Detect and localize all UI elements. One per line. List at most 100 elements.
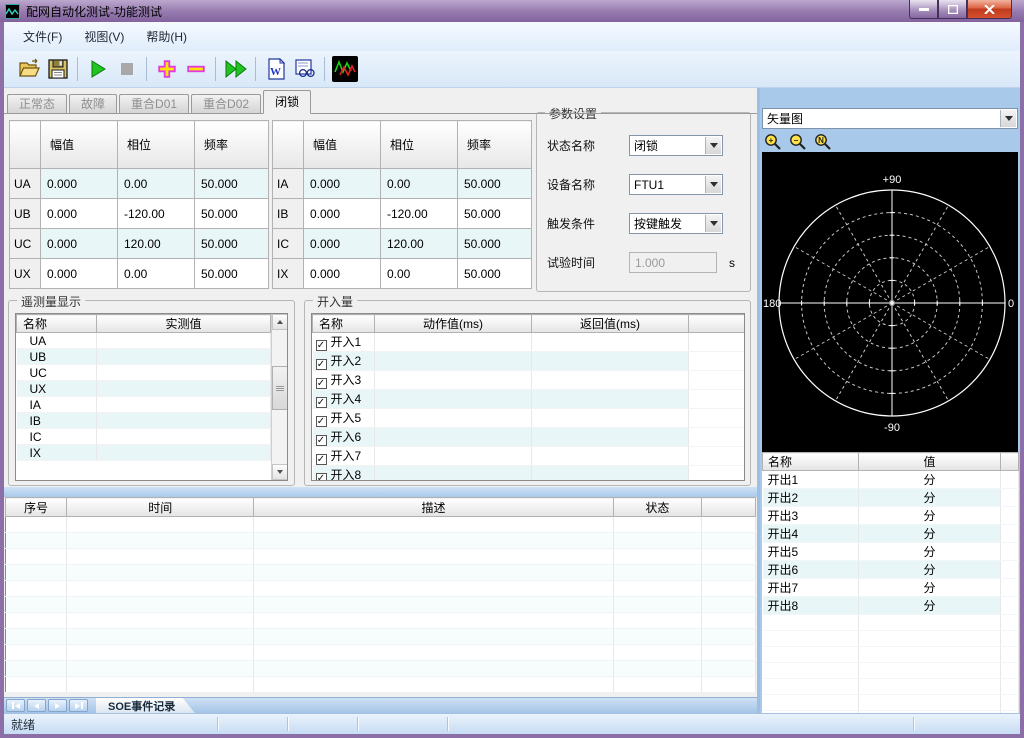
- telemetry-row-UB[interactable]: UB: [17, 349, 271, 365]
- chevron-down-icon[interactable]: [705, 137, 721, 154]
- chevron-down-icon[interactable]: [705, 215, 721, 232]
- column-header: 返回值(ms): [532, 315, 689, 333]
- analog-row-UC[interactable]: UC0.000120.0050.000: [10, 229, 269, 259]
- view-select-value: 矢量图: [767, 110, 803, 127]
- output-row-开出6[interactable]: 开出6分: [763, 561, 1019, 579]
- chevron-down-icon[interactable]: [705, 176, 721, 193]
- tab-闭锁[interactable]: 闭锁: [263, 90, 311, 114]
- scrollbar-thumb[interactable]: [272, 366, 288, 410]
- tab-正常态[interactable]: 正常态: [7, 94, 67, 114]
- output-row-开出3[interactable]: 开出3分: [763, 507, 1019, 525]
- report-preview-button[interactable]: [290, 55, 319, 84]
- column-header-blank: [701, 498, 755, 517]
- first-page-button[interactable]: [6, 699, 25, 712]
- waveform-icon: [332, 56, 358, 82]
- polar-label-left: 180: [763, 298, 781, 310]
- analog-row-UB[interactable]: UB0.000-120.0050.000: [10, 199, 269, 229]
- telemetry-row-IC[interactable]: IC: [17, 429, 271, 445]
- analog-row-IX[interactable]: IX0.0000.0050.000: [273, 259, 532, 289]
- zoom-reset-icon[interactable]: N: [814, 133, 832, 151]
- tab-重合D02[interactable]: 重合D02: [191, 94, 261, 114]
- checkbox-checked[interactable]: ✓: [316, 340, 327, 351]
- blank-cell: [1001, 631, 1019, 647]
- scroll-down-icon[interactable]: [272, 464, 288, 480]
- output-row-开出2[interactable]: 开出2分: [763, 489, 1019, 507]
- run-button[interactable]: [83, 55, 112, 84]
- telemetry-row-IA[interactable]: IA: [17, 397, 271, 413]
- zoom-out-icon[interactable]: −: [789, 133, 807, 151]
- event-cell: [67, 645, 254, 661]
- checkbox-checked[interactable]: ✓: [316, 397, 327, 408]
- event-cell: [254, 597, 613, 613]
- tab-soe-events[interactable]: SOE事件记录: [96, 698, 195, 714]
- output-row-开出5[interactable]: 开出5分: [763, 543, 1019, 561]
- last-page-button[interactable]: [69, 699, 88, 712]
- param-select-2[interactable]: 按键触发: [629, 213, 723, 234]
- checkbox-checked[interactable]: ✓: [316, 416, 327, 427]
- analog-row-IA[interactable]: IA0.0000.0050.000: [273, 169, 532, 199]
- checkbox-checked[interactable]: ✓: [316, 435, 327, 446]
- digital-input-row-开入6[interactable]: ✓开入6: [313, 428, 745, 447]
- horizontal-splitter[interactable]: [4, 487, 757, 497]
- output-row-开出7[interactable]: 开出7分: [763, 579, 1019, 597]
- stop-button[interactable]: [112, 55, 141, 84]
- analog-row-UX[interactable]: UX0.0000.0050.000: [10, 259, 269, 289]
- scroll-up-icon[interactable]: [272, 314, 288, 330]
- checkbox-checked[interactable]: ✓: [316, 378, 327, 389]
- tab-故障[interactable]: 故障: [69, 94, 117, 114]
- open-file-button[interactable]: [14, 55, 43, 84]
- run-all-button[interactable]: [221, 55, 250, 84]
- chevron-down-icon[interactable]: [1000, 110, 1016, 127]
- telemetry-row-UX[interactable]: UX: [17, 381, 271, 397]
- digital-input-row-开入3[interactable]: ✓开入3: [313, 371, 745, 390]
- analog-row-UA[interactable]: UA0.0000.0050.000: [10, 169, 269, 199]
- digital-input-row-开入7[interactable]: ✓开入7: [313, 447, 745, 466]
- state-tabstrip: 正常态故障重合D01重合D02闭锁: [7, 90, 313, 114]
- telemetry-row-UA[interactable]: UA: [17, 333, 271, 349]
- output-row-开出1[interactable]: 开出1分: [763, 471, 1019, 489]
- digital-input-row-开入8[interactable]: ✓开入8: [313, 466, 745, 482]
- minimize-button[interactable]: [909, 0, 938, 19]
- analog-row-IB[interactable]: IB0.000-120.0050.000: [273, 199, 532, 229]
- checkbox-checked[interactable]: ✓: [316, 473, 327, 481]
- digital-input-row-开入1[interactable]: ✓开入1: [313, 333, 745, 352]
- maximize-button[interactable]: [938, 0, 967, 19]
- param-select-1[interactable]: FTU1: [629, 174, 723, 195]
- digital-input-row-开入2[interactable]: ✓开入2: [313, 352, 745, 371]
- word-report-button[interactable]: W: [261, 55, 290, 84]
- next-page-button[interactable]: [48, 699, 67, 712]
- blank-cell: [689, 409, 745, 428]
- toolbar-separator: [215, 57, 216, 81]
- telemetry-row-IX[interactable]: IX: [17, 445, 271, 461]
- telemetry-scrollbar[interactable]: [271, 314, 288, 480]
- save-button[interactable]: [43, 55, 72, 84]
- telemetry-row-IB[interactable]: IB: [17, 413, 271, 429]
- prev-page-button[interactable]: [27, 699, 46, 712]
- event-cell: [613, 549, 701, 565]
- telemetry-row-UC[interactable]: UC: [17, 365, 271, 381]
- checkbox-checked[interactable]: ✓: [316, 454, 327, 465]
- output-row-开出8[interactable]: 开出8分: [763, 597, 1019, 615]
- remove-button[interactable]: [181, 55, 210, 84]
- analog-cell: 50.000: [195, 169, 269, 199]
- checkbox-checked[interactable]: ✓: [316, 359, 327, 370]
- menu-item-1[interactable]: 视图(V): [73, 23, 135, 50]
- param-select-0[interactable]: 闭锁: [629, 135, 723, 156]
- digital-input-row-开入5[interactable]: ✓开入5: [313, 409, 745, 428]
- view-select[interactable]: 矢量图: [762, 108, 1018, 129]
- digital-input-row-开入4[interactable]: ✓开入4: [313, 390, 745, 409]
- analog-cell: 0.00: [118, 259, 195, 289]
- menu-item-2[interactable]: 帮助(H): [135, 23, 198, 50]
- output-row-开出4[interactable]: 开出4分: [763, 525, 1019, 543]
- event-cell: [254, 581, 613, 597]
- zoom-in-icon[interactable]: +: [764, 133, 782, 151]
- add-button[interactable]: [152, 55, 181, 84]
- blank-cell: [859, 679, 1001, 695]
- event-cell: [6, 677, 67, 693]
- event-cell: [6, 565, 67, 581]
- close-button[interactable]: [967, 0, 1012, 19]
- menu-item-0[interactable]: 文件(F): [12, 23, 73, 50]
- waveform-button[interactable]: [330, 55, 359, 84]
- analog-row-IC[interactable]: IC0.000120.0050.000: [273, 229, 532, 259]
- tab-重合D01[interactable]: 重合D01: [119, 94, 189, 114]
